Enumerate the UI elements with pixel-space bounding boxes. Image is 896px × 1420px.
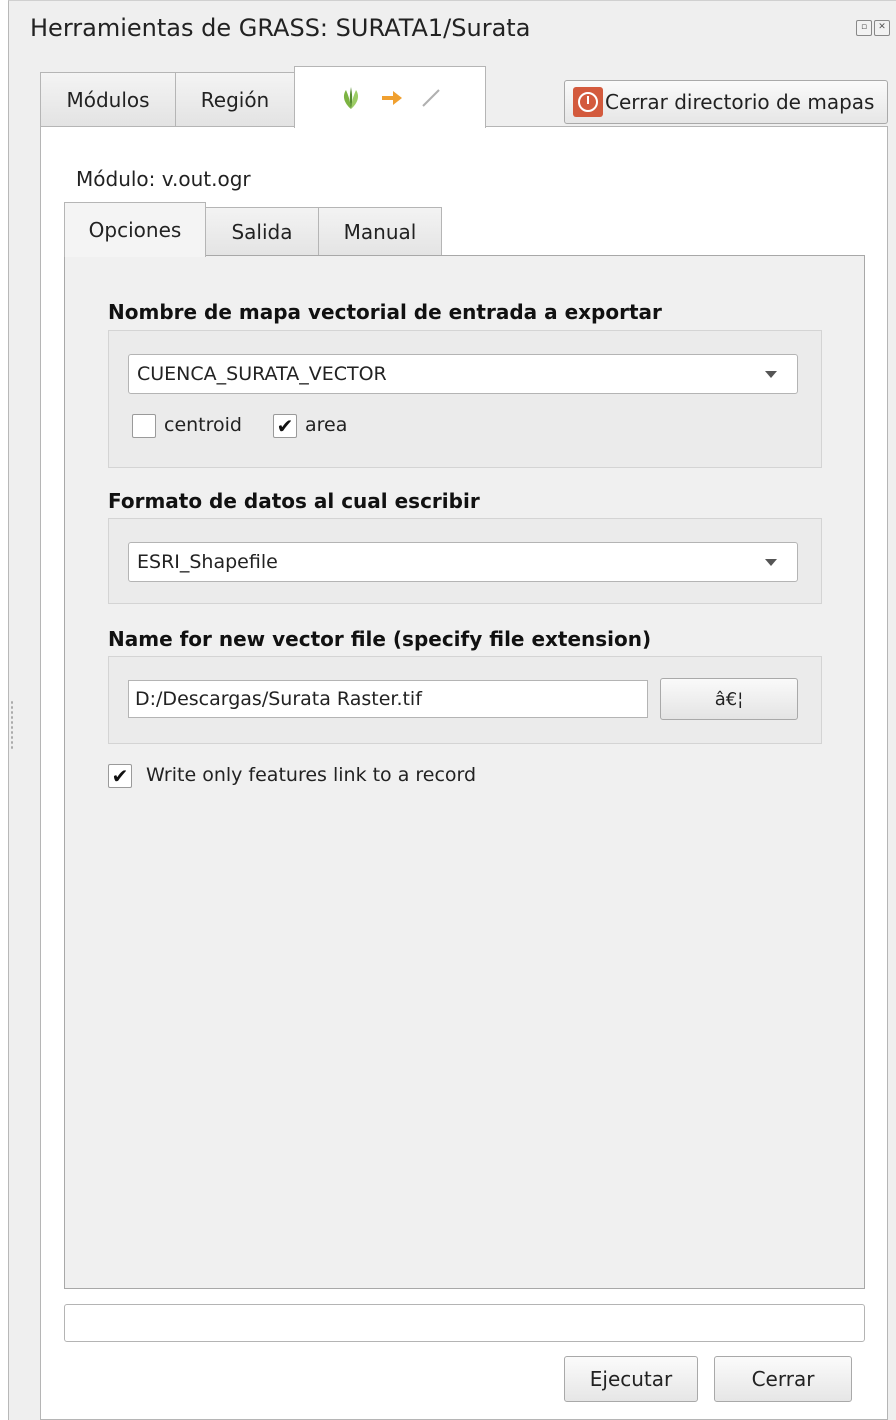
output-file-value: D:/Descargas/Surata Raster.tif <box>135 688 422 710</box>
area-checkbox[interactable]: ✔ <box>273 414 297 438</box>
input-map-select[interactable]: CUENCA_SURATA_VECTOR <box>128 354 798 394</box>
centroid-label: centroid <box>164 414 242 436</box>
grass-leaf-icon <box>343 86 359 109</box>
panel-title: Herramientas de GRASS: SURATA1/Surata <box>30 14 531 42</box>
write-linked-label: Write only features link to a record <box>146 764 477 786</box>
format-value: ESRI_Shapefile <box>137 551 278 573</box>
tab-manual[interactable]: Manual <box>318 207 442 255</box>
tab-options-label: Opciones <box>88 218 182 242</box>
module-name: Módulo: v.out.ogr <box>76 167 251 191</box>
close-mapset-label: Cerrar directorio de mapas <box>605 90 875 114</box>
tab-module-run[interactable] <box>294 66 486 128</box>
run-button[interactable]: Ejecutar <box>564 1356 698 1402</box>
tab-manual-label: Manual <box>343 219 417 244</box>
format-label: Formato de datos al cual escribir <box>108 489 480 513</box>
chevron-down-icon <box>765 371 777 378</box>
tab-output-label: Salida <box>231 219 293 244</box>
tab-modules[interactable]: Módulos <box>40 72 176 126</box>
format-select[interactable]: ESRI_Shapefile <box>128 542 798 582</box>
tab-modules-label: Módulos <box>66 87 150 112</box>
close-icon[interactable]: ✕ <box>874 20 890 36</box>
dock-buttons: ▫ ✕ <box>856 20 890 36</box>
chevron-down-icon <box>765 559 777 566</box>
close-button[interactable]: Cerrar <box>714 1356 852 1402</box>
browse-button-label: â€¦ <box>714 688 744 710</box>
input-map-value: CUENCA_SURATA_VECTOR <box>137 363 387 385</box>
float-icon[interactable]: ▫ <box>856 20 872 36</box>
tab-options[interactable]: Opciones <box>64 202 206 257</box>
area-label: area <box>305 414 348 436</box>
run-button-label: Ejecutar <box>589 1367 673 1391</box>
output-file-label: Name for new vector file (specify file e… <box>108 627 652 651</box>
progress-bar <box>64 1304 865 1342</box>
tab-region-label: Región <box>200 87 270 112</box>
arrow-right-icon <box>382 90 402 105</box>
input-map-label: Nombre de mapa vectorial de entrada a ex… <box>108 300 662 324</box>
tab-output[interactable]: Salida <box>205 207 319 255</box>
close-mapset-button[interactable]: Cerrar directorio de mapas <box>564 80 888 124</box>
resize-grip[interactable] <box>10 700 14 750</box>
power-icon <box>573 87 603 117</box>
input-map-group <box>108 330 822 468</box>
browse-button[interactable]: â€¦ <box>660 678 798 720</box>
tab-region[interactable]: Región <box>175 72 295 126</box>
output-file-input[interactable]: D:/Descargas/Surata Raster.tif <box>128 680 648 718</box>
line-vector-icon <box>422 88 440 107</box>
close-button-label: Cerrar <box>751 1367 815 1391</box>
centroid-checkbox[interactable] <box>132 414 156 438</box>
write-linked-checkbox[interactable]: ✔ <box>108 764 132 788</box>
